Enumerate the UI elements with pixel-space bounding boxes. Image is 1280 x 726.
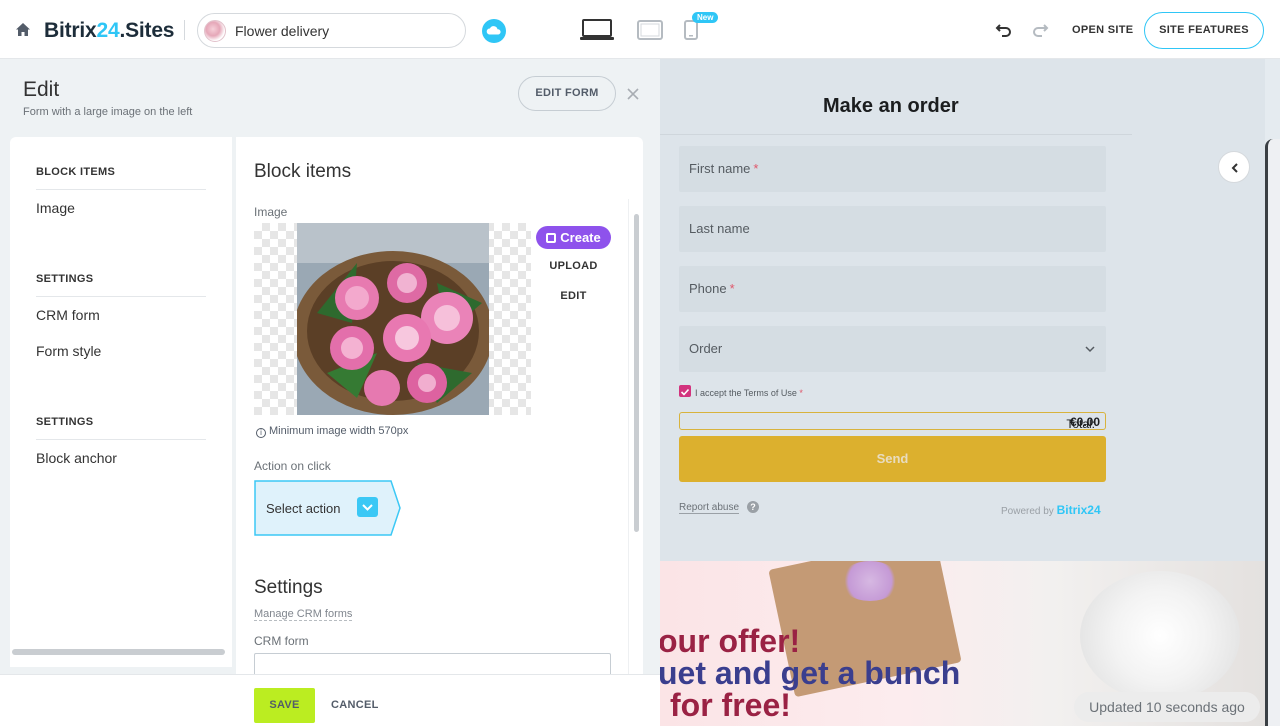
help-icon[interactable]: ? xyxy=(747,501,759,513)
banner-line-3: for free! xyxy=(670,687,791,723)
flower-image xyxy=(297,223,489,415)
manage-crm-forms-link[interactable]: Manage CRM forms xyxy=(254,608,353,621)
last-name-field[interactable]: Last name xyxy=(679,206,1106,252)
min-width-text: Minimum image width 570px xyxy=(269,425,409,437)
title-divider xyxy=(660,134,1132,135)
crm-form-label: CRM form xyxy=(254,634,309,648)
collapse-panel-button[interactable] xyxy=(1218,151,1250,183)
site-preview: Make an order First name * Last name Phon… xyxy=(660,59,1280,726)
terms-label: I accept the Terms of Use * xyxy=(695,388,803,398)
nav-divider xyxy=(36,189,206,190)
redo-icon[interactable] xyxy=(1031,21,1049,39)
logo-text-24: 24 xyxy=(96,19,120,42)
top-bar: Bitrix24.Sites Flower delivery New OPEN … xyxy=(0,0,1280,59)
terms-checkbox[interactable] xyxy=(679,385,691,397)
select-action-label: Select action xyxy=(266,501,341,516)
powered-by: Powered by Bitrix24 xyxy=(1001,503,1101,517)
side-nav: BLOCK ITEMS Image SETTINGS CRM form Form… xyxy=(10,137,232,667)
upload-button[interactable]: UPLOAD xyxy=(536,260,611,272)
content-panel: Block items Image Create UPLOAD EDIT i M… xyxy=(236,137,643,677)
action-on-click-label: Action on click xyxy=(254,459,331,473)
min-width-note: i Minimum image width 570px xyxy=(256,425,408,438)
form-title: Make an order xyxy=(823,95,959,117)
banner-line-2: uet and get a bunch xyxy=(660,655,961,691)
image-preview[interactable] xyxy=(254,223,531,415)
logo-text-bitrix: Bitrix xyxy=(44,19,97,42)
create-label: Create xyxy=(560,230,601,245)
total-box: Total: €0.00 xyxy=(679,412,1106,431)
field-label: First name * xyxy=(689,161,759,176)
desktop-icon[interactable] xyxy=(580,19,614,41)
cancel-button[interactable]: CANCEL xyxy=(331,688,379,723)
edit-footer: SAVE CANCEL xyxy=(0,674,660,726)
sidebar-item-form-style[interactable]: Form style xyxy=(36,343,101,359)
settings-title: Settings xyxy=(254,577,323,598)
banner-line-1: our offer! xyxy=(660,623,801,659)
send-button[interactable]: Send xyxy=(679,436,1106,482)
edit-image-button[interactable]: EDIT xyxy=(536,290,611,302)
image-create-icon xyxy=(546,233,557,243)
site-thumbnail xyxy=(204,20,226,42)
tablet-icon[interactable] xyxy=(637,20,663,40)
site-features-button[interactable]: SITE FEATURES xyxy=(1144,12,1264,49)
nav-heading-settings: SETTINGS xyxy=(36,273,94,285)
mobile-icon[interactable] xyxy=(684,20,698,40)
info-icon: i xyxy=(256,428,266,438)
close-icon[interactable] xyxy=(625,86,641,102)
chevron-down-icon xyxy=(357,497,378,517)
nav-divider xyxy=(36,439,206,440)
form-block: Make an order First name * Last name Phon… xyxy=(660,59,1265,561)
field-label: Last name xyxy=(689,221,750,236)
nav-divider xyxy=(36,296,206,297)
device-frame-edge xyxy=(1265,139,1280,726)
order-select[interactable]: Order xyxy=(679,326,1106,372)
content-scrollbar[interactable] xyxy=(634,214,639,532)
lilac-flowers-image xyxy=(840,561,900,601)
first-name-field[interactable]: First name * xyxy=(679,146,1106,192)
logo[interactable]: Bitrix24.Sites xyxy=(44,19,174,43)
save-button[interactable]: SAVE xyxy=(254,688,315,723)
sidebar-item-crm-form[interactable]: CRM form xyxy=(36,307,100,323)
home-icon[interactable] xyxy=(14,21,32,39)
edit-title: Edit xyxy=(23,78,60,101)
open-site-link[interactable]: OPEN SITE xyxy=(1066,20,1139,40)
select-action-dropdown[interactable]: Select action xyxy=(254,480,401,536)
undo-icon[interactable] xyxy=(995,21,1013,39)
report-abuse-link[interactable]: Report abuse xyxy=(679,502,740,514)
nav-heading-settings-2: SETTINGS xyxy=(36,416,94,428)
site-selector[interactable]: Flower delivery xyxy=(197,13,466,48)
field-label: Order xyxy=(689,341,723,356)
total-text: Total: €0.00 xyxy=(1066,415,1100,431)
edit-panel: Edit Form with a large image on the left… xyxy=(0,59,660,726)
sidebar-item-block-anchor[interactable]: Block anchor xyxy=(36,450,117,466)
updated-status: Updated 10 seconds ago xyxy=(1074,692,1260,722)
edit-subtitle: Form with a large image on the left xyxy=(23,106,193,118)
edit-form-button[interactable]: EDIT FORM xyxy=(518,76,616,111)
sidebar-scrollbar[interactable] xyxy=(12,649,225,655)
site-name: Flower delivery xyxy=(235,23,330,39)
cloud-icon[interactable] xyxy=(482,19,506,43)
content-scroll-track xyxy=(628,199,629,719)
divider xyxy=(184,20,185,40)
chevron-left-icon xyxy=(1231,163,1238,173)
white-flower-image xyxy=(1080,571,1240,701)
nav-heading-block-items: BLOCK ITEMS xyxy=(36,166,116,178)
sidebar-item-image[interactable]: Image xyxy=(36,200,75,216)
create-image-button[interactable]: Create xyxy=(536,226,611,249)
new-badge: New xyxy=(692,12,719,23)
logo-text-sites: .Sites xyxy=(119,19,175,42)
chevron-down-icon xyxy=(1085,346,1095,353)
block-items-title: Block items xyxy=(254,161,352,182)
phone-field[interactable]: Phone * xyxy=(679,266,1106,312)
field-label: Phone * xyxy=(689,281,735,296)
image-label: Image xyxy=(254,205,288,219)
